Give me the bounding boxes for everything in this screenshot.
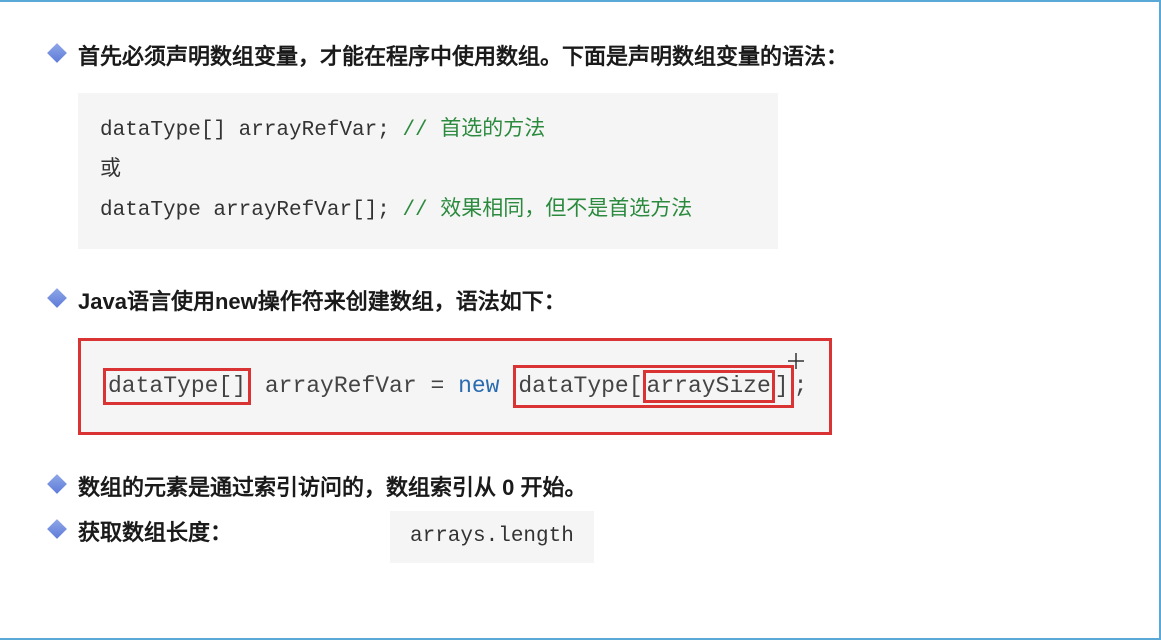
bullet-item-2: Java语言使用new操作符来创建数组，语法如下：	[50, 285, 1109, 318]
code-line: 或	[100, 151, 756, 191]
bullet-item-1: 首先必须声明数组变量，才能在程序中使用数组。下面是声明数组变量的语法：	[50, 40, 1109, 73]
bullet-text-4: 获取数组长度：	[78, 516, 232, 549]
highlight-box-datatype: dataType[]	[103, 368, 251, 406]
keyword-new: new	[458, 373, 499, 399]
code-text: dataType arrayRefVar[];	[100, 199, 402, 222]
diamond-icon	[47, 474, 67, 494]
code-text: arrayRefVar =	[251, 373, 458, 399]
code-block-declare: dataType[] arrayRefVar; // 首选的方法 或 dataT…	[78, 93, 778, 249]
code-text: dataType[] arrayRefVar;	[100, 119, 402, 142]
code-block-new-wrap: dataType[] arrayRefVar = new dataType[ar…	[78, 338, 832, 436]
code-text: dataType[	[518, 373, 642, 399]
bullet-text-2: Java语言使用new操作符来创建数组，语法如下：	[78, 285, 566, 318]
bullet-item-4: 获取数组长度：	[50, 516, 232, 549]
code-comment: // 首选的方法	[402, 119, 545, 142]
bullet-text-1: 首先必须声明数组变量，才能在程序中使用数组。下面是声明数组变量的语法：	[78, 40, 848, 73]
code-comment: // 效果相同，但不是首选方法	[402, 199, 692, 222]
code-space	[500, 373, 514, 399]
highlight-box-type-size: dataType[arraySize]	[513, 365, 793, 409]
code-line: dataType[] arrayRefVar; // 首选的方法	[100, 111, 756, 151]
diamond-icon	[47, 43, 67, 63]
diamond-icon	[47, 519, 67, 539]
diamond-icon	[47, 288, 67, 308]
cursor-icon	[788, 353, 804, 374]
code-line: dataType arrayRefVar[]; // 效果相同，但不是首选方法	[100, 191, 756, 231]
highlight-box-arraysize: arraySize	[643, 370, 775, 404]
code-block-length: arrays.length	[390, 511, 594, 562]
bullet-text-3: 数组的元素是通过索引访问的，数组索引从 0 开始。	[78, 471, 586, 504]
code-text: ]	[775, 373, 789, 399]
code-block-new: dataType[] arrayRefVar = new dataType[ar…	[78, 338, 832, 436]
code-text: ;	[794, 373, 808, 399]
bullet-item-3: 数组的元素是通过索引访问的，数组索引从 0 开始。	[50, 471, 1109, 504]
